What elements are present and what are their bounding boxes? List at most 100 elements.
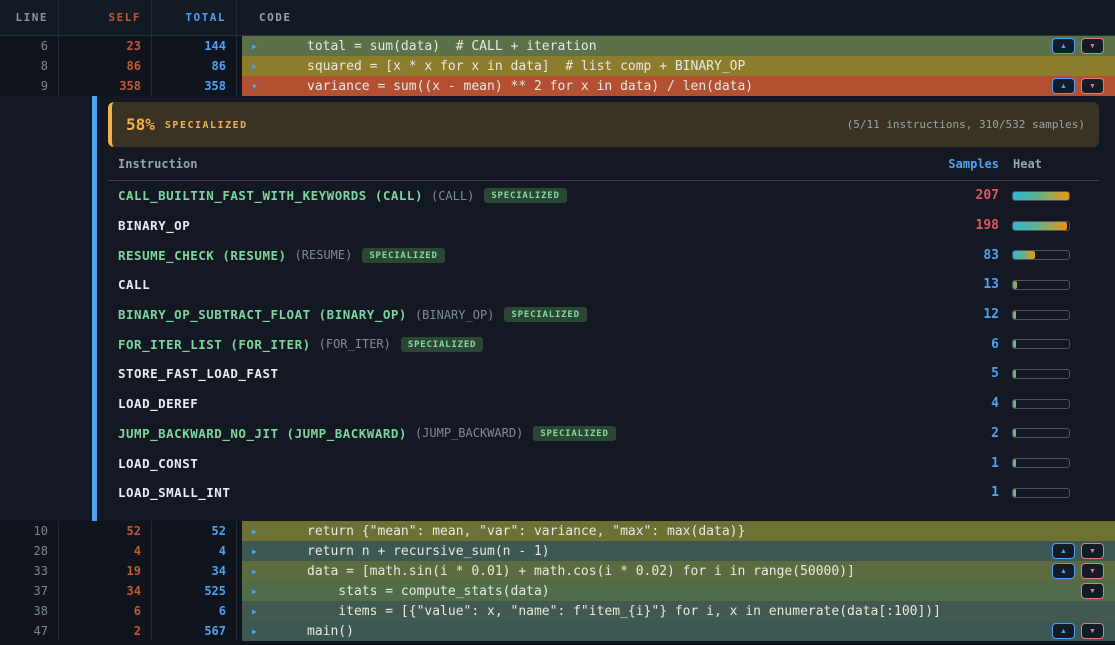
heat-bar-fill	[1013, 311, 1016, 319]
heat-bar-fill	[1013, 429, 1016, 437]
column-header-code: CODE	[237, 0, 1115, 35]
jump-down-button[interactable]: ▼	[1081, 623, 1104, 639]
instruction-name: RESUME_CHECK (RESUME)	[118, 248, 287, 263]
heat-bar-fill	[1013, 222, 1067, 230]
instruction-name: CALL_BUILTIN_FAST_WITH_KEYWORDS (CALL)	[118, 188, 423, 203]
code-line-row: 6 23 144 ▶ total = sum(data) # CALL + it…	[0, 36, 1115, 56]
column-header-total: TOTAL	[152, 0, 237, 35]
expander-icon[interactable]: ▶	[252, 547, 266, 556]
row-nav-buttons: ▼	[1081, 583, 1104, 599]
expander-icon[interactable]: ▶	[252, 527, 266, 536]
row-nav-buttons: ▲▼	[1052, 38, 1104, 54]
heat-bar-cell	[999, 250, 1099, 260]
expansion-indicator-line	[92, 96, 97, 521]
instruction-name: LOAD_CONST	[118, 456, 198, 471]
code-line-row: 33 19 34 ▶ data = [math.sin(i * 0.01) + …	[0, 561, 1115, 581]
instruction-row: CALL_BUILTIN_FAST_WITH_KEYWORDS (CALL) (…	[108, 181, 1099, 211]
code-line-row: 10 52 52 ▶ return {"mean": mean, "var": …	[0, 521, 1115, 541]
specialized-badge: SPECIALIZED	[504, 307, 586, 322]
heat-bar-track	[1012, 280, 1070, 290]
code-cell[interactable]: ▶ items = [{"value": x, "name": f"item_{…	[242, 601, 1115, 621]
instruction-name-cell: CALL_BUILTIN_FAST_WITH_KEYWORDS (CALL) (…	[108, 188, 909, 203]
expander-icon[interactable]: ▶	[252, 587, 266, 596]
specialized-badge: SPECIALIZED	[484, 188, 566, 203]
heat-bar-cell	[999, 310, 1099, 320]
self-samples: 52	[59, 521, 152, 541]
code-line-row: 8 86 86 ▶ squared = [x * x for x in data…	[0, 56, 1115, 76]
jump-up-button[interactable]: ▲	[1052, 78, 1075, 94]
self-samples: 2	[59, 621, 152, 641]
heat-bar-track	[1012, 399, 1070, 409]
jump-down-button[interactable]: ▼	[1081, 563, 1104, 579]
instruction-samples: 12	[909, 307, 999, 322]
instruction-name: FOR_ITER_LIST (FOR_ITER)	[118, 337, 311, 352]
code-cell[interactable]: ▶ stats = compute_stats(data) ▼	[242, 581, 1115, 601]
self-samples: 358	[59, 76, 152, 96]
instruction-name-cell: BINARY_OP	[108, 218, 909, 233]
line-number: 47	[0, 621, 59, 641]
code-cell[interactable]: ▶ squared = [x * x for x in data] # list…	[242, 56, 1115, 76]
total-samples: 358	[152, 76, 237, 96]
instruction-samples: 207	[909, 188, 999, 203]
total-samples: 6	[152, 601, 237, 621]
expander-icon[interactable]: ▶	[252, 567, 266, 576]
self-samples: 19	[59, 561, 152, 581]
instruction-name-cell: STORE_FAST_LOAD_FAST	[108, 366, 909, 381]
expander-icon[interactable]: ▼	[252, 82, 266, 91]
jump-up-button[interactable]: ▲	[1052, 623, 1075, 639]
instruction-row: LOAD_CONST 1	[108, 448, 1099, 478]
heat-bar-track	[1012, 221, 1070, 231]
heat-bar-cell	[999, 458, 1099, 468]
code-text: variance = sum((x - mean) ** 2 for x in …	[307, 79, 753, 94]
instruction-name: LOAD_DEREF	[118, 396, 198, 411]
instruction-base-name: (FOR_ITER)	[319, 337, 391, 351]
expander-icon[interactable]: ▶	[252, 607, 266, 616]
instruction-name: BINARY_OP	[118, 218, 190, 233]
code-cell[interactable]: ▼ variance = sum((x - mean) ** 2 for x i…	[242, 76, 1115, 96]
line-number: 28	[0, 541, 59, 561]
instruction-base-name: (JUMP_BACKWARD)	[415, 426, 523, 440]
jump-up-button[interactable]: ▲	[1052, 543, 1075, 559]
expander-icon[interactable]: ▶	[252, 42, 266, 51]
jump-down-button[interactable]: ▼	[1081, 583, 1104, 599]
jump-down-button[interactable]: ▼	[1081, 78, 1104, 94]
line-number: 9	[0, 76, 59, 96]
heat-bar-fill	[1013, 400, 1016, 408]
self-samples: 23	[59, 36, 152, 56]
heat-bar-track	[1012, 428, 1070, 438]
instruction-name-cell: RESUME_CHECK (RESUME) (RESUME) SPECIALIZ…	[108, 248, 909, 263]
instruction-base-name: (BINARY_OP)	[415, 308, 494, 322]
jump-down-button[interactable]: ▼	[1081, 38, 1104, 54]
code-cell[interactable]: ▶ return {"mean": mean, "var": variance,…	[242, 521, 1115, 541]
code-cell[interactable]: ▶ return n + recursive_sum(n - 1) ▲▼	[242, 541, 1115, 561]
specialized-percent: 58%	[126, 115, 155, 134]
heat-bar-track	[1012, 488, 1070, 498]
jump-down-button[interactable]: ▼	[1081, 543, 1104, 559]
code-cell[interactable]: ▶ total = sum(data) # CALL + iteration ▲…	[242, 36, 1115, 56]
instruction-samples: 1	[909, 485, 999, 500]
jump-up-button[interactable]: ▲	[1052, 38, 1075, 54]
instruction-row: LOAD_DEREF 4	[108, 389, 1099, 419]
expander-icon[interactable]: ▶	[252, 627, 266, 636]
line-number: 37	[0, 581, 59, 601]
code-text: return {"mean": mean, "var": variance, "…	[307, 524, 745, 539]
specialized-badge: SPECIALIZED	[533, 426, 615, 441]
instruction-samples: 83	[909, 248, 999, 263]
code-cell[interactable]: ▶ data = [math.sin(i * 0.01) + math.cos(…	[242, 561, 1115, 581]
instruction-samples: 1	[909, 456, 999, 471]
total-samples: 4	[152, 541, 237, 561]
code-rows-bottom: 10 52 52 ▶ return {"mean": mean, "var": …	[0, 521, 1115, 641]
jump-up-button[interactable]: ▲	[1052, 563, 1075, 579]
instruction-rows: CALL_BUILTIN_FAST_WITH_KEYWORDS (CALL) (…	[108, 181, 1099, 508]
instruction-column-header: Instruction	[108, 157, 909, 171]
heat-bar-cell	[999, 428, 1099, 438]
column-header-line: LINE	[0, 0, 59, 35]
instruction-row: BINARY_OP_SUBTRACT_FLOAT (BINARY_OP) (BI…	[108, 300, 1099, 330]
specialized-badge: SPECIALIZED	[362, 248, 444, 263]
code-cell[interactable]: ▶ main() ▲▼	[242, 621, 1115, 641]
instruction-row: FOR_ITER_LIST (FOR_ITER) (FOR_ITER) SPEC…	[108, 329, 1099, 359]
code-rows-top: 6 23 144 ▶ total = sum(data) # CALL + it…	[0, 36, 1115, 96]
instruction-samples: 198	[909, 218, 999, 233]
expander-icon[interactable]: ▶	[252, 62, 266, 71]
code-line-row: 37 34 525 ▶ stats = compute_stats(data) …	[0, 581, 1115, 601]
